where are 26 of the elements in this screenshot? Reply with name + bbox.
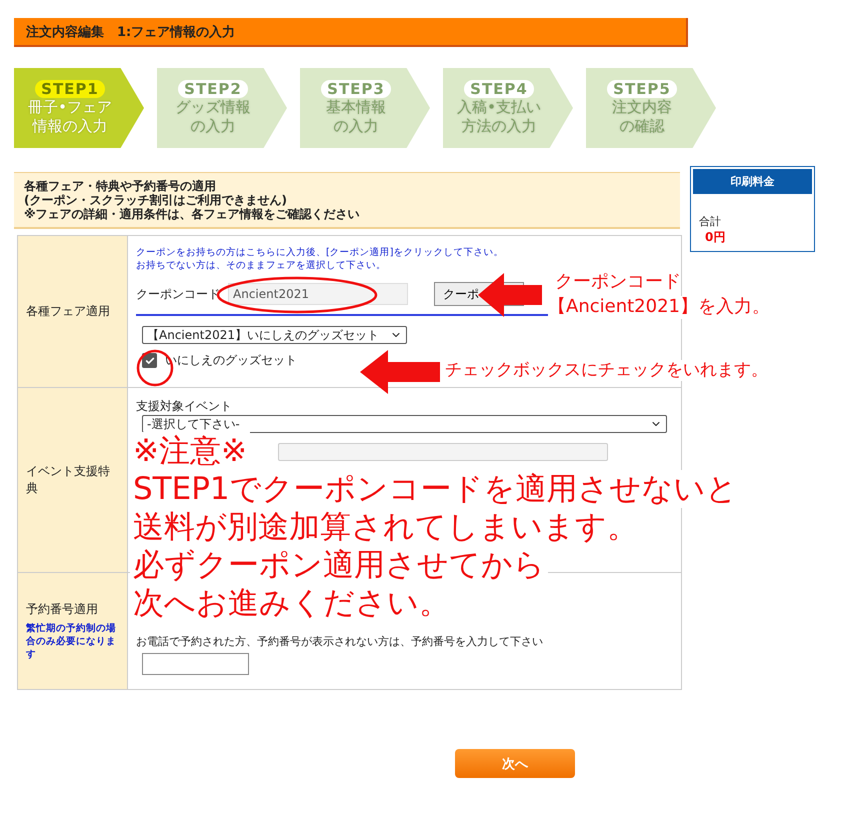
total-value: 0円 (705, 229, 726, 246)
arrow-icon (478, 273, 542, 317)
event-label: 支援対象イベント (136, 399, 232, 413)
arrow-icon (360, 350, 440, 394)
row-label: 各種フェア適用 (18, 236, 128, 388)
total-label: 合計 (699, 214, 722, 229)
reservation-hint: お電話で予約された方、予約番号が表示されない方は、予約番号を入力して下さい (136, 634, 544, 649)
step-indicator: STEP2 グッズ情報 の入力 (157, 68, 287, 148)
row-label: 予約番号適用 (26, 601, 99, 618)
fair-checkbox[interactable] (142, 353, 157, 368)
step-indicator: STEP4 入稿•支払い 方法の入力 (443, 68, 573, 148)
event-select[interactable]: -選択して下さい- (142, 415, 667, 433)
step-indicator: STEP5 注文内容 の確認 (586, 68, 716, 148)
coupon-input[interactable]: Ancient2021 (228, 283, 408, 305)
fair-select[interactable]: 【Ancient2021】いにしえのグッズセット (142, 326, 407, 344)
step-indicator: STEP3 基本情報 の入力 (300, 68, 430, 148)
checkmark-icon (144, 356, 154, 366)
price-title: 印刷料金 (693, 169, 812, 194)
row-label: イベント支援特典 (18, 388, 128, 573)
coupon-hint: クーポンをお持ちの方はこちらに入力後、[クーポン適用]をクリックして下さい。 お持ちでない方は、そのままフェアを選択して下さい。 (136, 246, 504, 272)
notice-panel: 各種フェア・特典や予約番号の適用 (クーポン・スクラッチ割引はご利用できません) ※フェアの詳細・適用条件は、各フェア情報をご確認ください (14, 172, 680, 229)
page-title-bar: 注文内容編集 1:フェア情報の入力 (14, 18, 688, 47)
reservation-input[interactable] (142, 653, 249, 675)
row-sublabel: 繁忙期の予約制の場合のみ必要になります (26, 622, 117, 661)
step-indicator: STEP1 冊子•フェア 情報の入力 (14, 68, 144, 148)
warning-text: 必ずクーポン適用させてから (130, 546, 548, 584)
